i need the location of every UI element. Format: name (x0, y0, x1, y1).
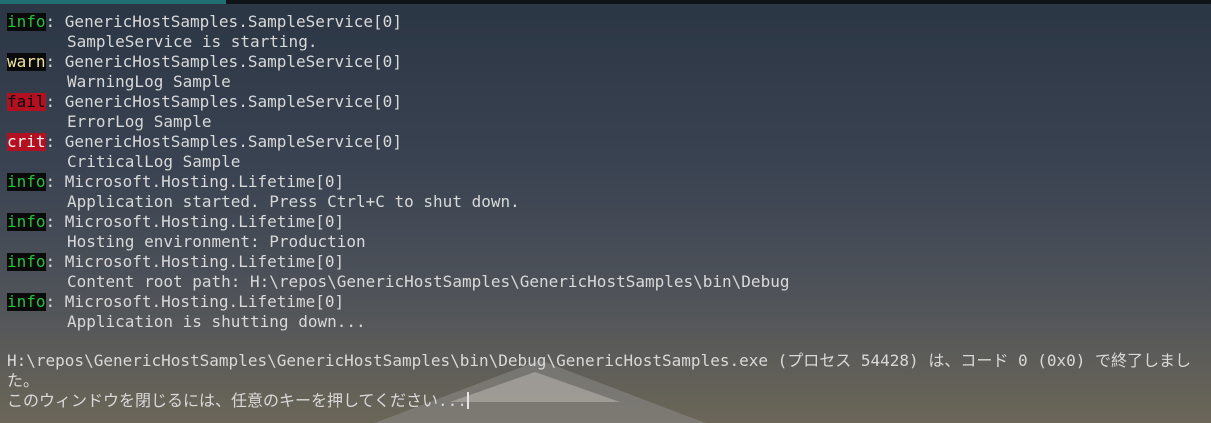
log-message: CriticalLog Sample (67, 152, 241, 171)
text-cursor (466, 392, 469, 409)
window-accent-bar (0, 0, 226, 4)
log-message: WarningLog Sample (67, 72, 231, 91)
close-prompt: このウィンドウを閉じるには、任意のキーを押してください... (7, 391, 467, 410)
log-message: Application is shutting down... (67, 312, 366, 331)
close-prompt-line: このウィンドウを閉じるには、任意のキーを押してください... (7, 391, 1207, 411)
log-message: ErrorLog Sample (67, 112, 212, 131)
log-category: : GenericHostSamples.SampleService[0] (45, 12, 402, 31)
log-header-line: info: Microsoft.Hosting.Lifetime[0] (7, 212, 1207, 232)
log-message: Hosting environment: Production (67, 232, 366, 251)
process-exit-message: H:\repos\GenericHostSamples\GenericHostS… (7, 351, 1192, 390)
log-level-badge: info (7, 252, 46, 271)
log-level-badge: warn (7, 52, 46, 71)
log-level-badge: info (7, 292, 46, 311)
log-category: : GenericHostSamples.SampleService[0] (45, 52, 402, 71)
log-level-badge: fail (7, 92, 46, 111)
log-header-line: info: Microsoft.Hosting.Lifetime[0] (7, 172, 1207, 192)
log-level-badge: info (7, 12, 46, 31)
log-level-badge: info (7, 212, 46, 231)
log-message: Application started. Press Ctrl+C to shu… (67, 192, 520, 211)
log-category: : Microsoft.Hosting.Lifetime[0] (45, 172, 345, 191)
log-message: SampleService is starting. (67, 32, 318, 51)
log-category: : GenericHostSamples.SampleService[0] (45, 92, 402, 111)
log-category: : Microsoft.Hosting.Lifetime[0] (45, 212, 345, 231)
window-top-border (226, 0, 1211, 4)
console-output[interactable]: info: GenericHostSamples.SampleService[0… (7, 12, 1207, 411)
log-header-line: info: GenericHostSamples.SampleService[0… (7, 12, 1207, 32)
log-header-line: crit: GenericHostSamples.SampleService[0… (7, 132, 1207, 152)
log-category: : Microsoft.Hosting.Lifetime[0] (45, 252, 345, 271)
log-header-line: info: Microsoft.Hosting.Lifetime[0] (7, 252, 1207, 272)
log-message: Content root path: H:\repos\GenericHostS… (67, 272, 790, 291)
log-level-badge: crit (7, 132, 46, 151)
log-category: : Microsoft.Hosting.Lifetime[0] (45, 292, 345, 311)
log-header-line: warn: GenericHostSamples.SampleService[0… (7, 52, 1207, 72)
log-header-line: info: Microsoft.Hosting.Lifetime[0] (7, 292, 1207, 312)
log-level-badge: info (7, 172, 46, 191)
log-header-line: fail: GenericHostSamples.SampleService[0… (7, 92, 1207, 112)
log-category: : GenericHostSamples.SampleService[0] (45, 132, 402, 151)
